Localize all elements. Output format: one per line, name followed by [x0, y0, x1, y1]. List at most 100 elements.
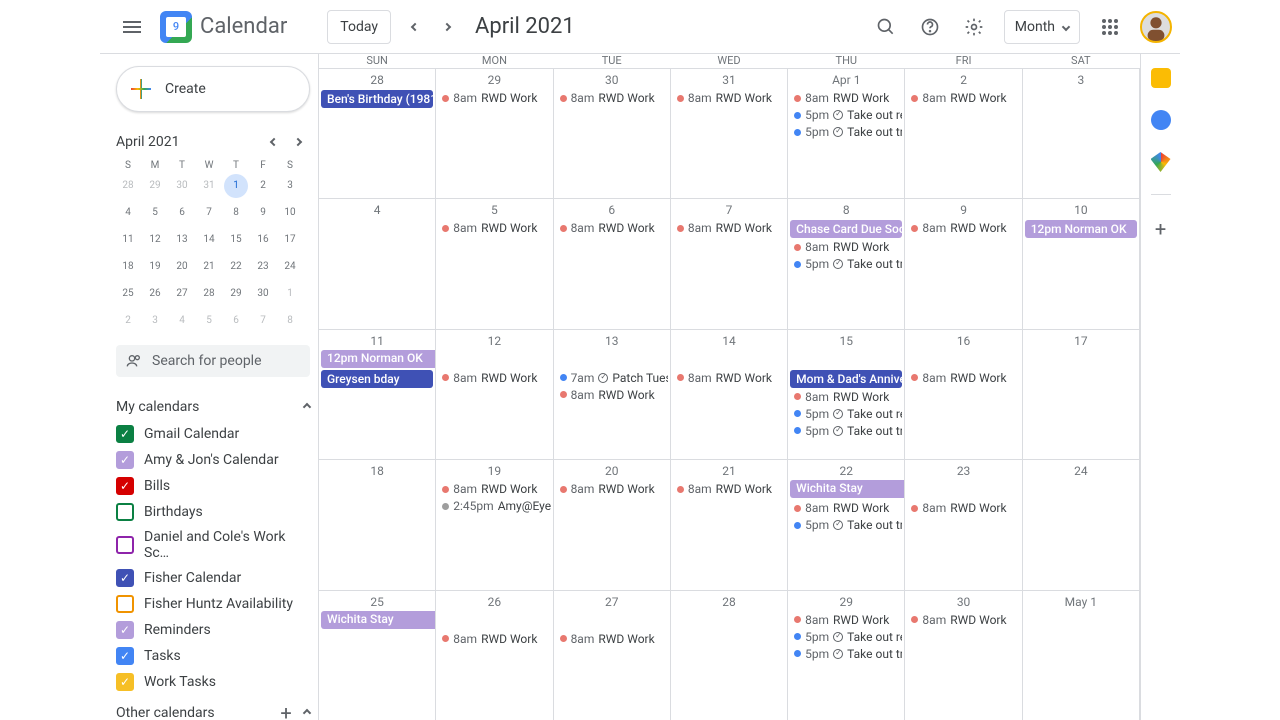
mini-day[interactable]: 17	[278, 228, 302, 252]
mini-calendar[interactable]: SMTWTFS282930311234567891011121314151617…	[116, 160, 310, 333]
help-icon[interactable]	[910, 7, 950, 47]
mini-day[interactable]: 29	[143, 174, 167, 198]
day-cell[interactable]: 8Chase Card Due Soo8amRWD Work5pmTake ou…	[788, 198, 905, 328]
multiday-event[interactable]: Wichita Stay	[790, 480, 905, 498]
my-calendars-toggle[interactable]: My calendars	[116, 393, 310, 421]
checkbox[interactable]: ✓	[116, 451, 134, 469]
event[interactable]: 8amRWD Work	[790, 500, 902, 516]
checkbox[interactable]: ✓	[116, 425, 134, 443]
mini-day[interactable]: 4	[116, 201, 140, 225]
mini-day[interactable]: 14	[197, 228, 221, 252]
event[interactable]: 8amRWD Work	[438, 631, 550, 647]
addons-plus-icon[interactable]: +	[1155, 217, 1166, 241]
day-cell[interactable]: 198amRWD Work2:45pmAmy@EyeD	[436, 459, 553, 589]
add-calendar-icon[interactable]: +	[274, 701, 298, 720]
event[interactable]: 2:45pmAmy@EyeD	[438, 498, 550, 514]
event[interactable]: 8amRWD Work	[556, 220, 668, 236]
mini-day[interactable]: 3	[278, 174, 302, 198]
day-cell[interactable]: 218amRWD Work	[671, 459, 788, 589]
day-cell[interactable]: May 1	[1023, 590, 1140, 720]
mini-day[interactable]: 29	[224, 282, 248, 306]
event[interactable]: 8amRWD Work	[790, 389, 902, 405]
day-cell[interactable]: 1012pm Norman OK	[1023, 198, 1140, 328]
event[interactable]: 8amRWD Work	[438, 220, 550, 236]
day-cell[interactable]: 268amRWD Work	[436, 590, 553, 720]
day-cell[interactable]: 17	[1023, 329, 1140, 459]
day-cell[interactable]: 1112pm Norman OKGreysen bday	[319, 329, 436, 459]
multiday-event[interactable]: 12pm Norman OK	[321, 350, 436, 368]
day-cell[interactable]: 18	[319, 459, 436, 589]
day-cell[interactable]: 22Wichita Stay8amRWD Work5pmTake out tr	[788, 459, 905, 589]
calendar-toggle[interactable]: ✓Reminders	[116, 617, 310, 643]
mini-day[interactable]: 1	[224, 174, 248, 198]
event[interactable]: 8amRWD Work	[556, 481, 668, 497]
event[interactable]: 8amRWD Work	[790, 239, 902, 255]
mini-day[interactable]: 16	[251, 228, 275, 252]
mini-day[interactable]: 5	[197, 309, 221, 333]
checkbox[interactable]: ✓	[116, 673, 134, 691]
mini-day[interactable]: 19	[143, 255, 167, 279]
apps-grid-icon[interactable]	[1090, 7, 1130, 47]
event[interactable]: 8amRWD Work	[907, 612, 1019, 628]
event[interactable]: 8amRWD Work	[673, 481, 785, 497]
event[interactable]: 8amRWD Work	[673, 220, 785, 236]
event[interactable]: 8amRWD Work	[907, 90, 1019, 106]
maps-icon[interactable]	[1151, 152, 1171, 172]
mini-day[interactable]: 4	[170, 309, 194, 333]
mini-day[interactable]: 6	[170, 201, 194, 225]
calendar-toggle[interactable]: ✓Work Tasks	[116, 669, 310, 695]
mini-day[interactable]: 11	[116, 228, 140, 252]
event[interactable]: 8amRWD Work	[556, 387, 668, 403]
multiday-event[interactable]: Wichita Stay	[321, 611, 436, 629]
mini-day[interactable]: 30	[170, 174, 194, 198]
mini-day[interactable]: 28	[197, 282, 221, 306]
mini-day[interactable]: 22	[224, 255, 248, 279]
day-cell[interactable]: 298amRWD Work5pmTake out re5pmTake out t…	[788, 590, 905, 720]
event[interactable]: 8amRWD Work	[907, 370, 1019, 386]
calendar-toggle[interactable]: ✓Fisher Calendar	[116, 565, 310, 591]
day-cell[interactable]: 28Ben's Birthday (1981)	[319, 68, 436, 198]
account-avatar[interactable]	[1140, 11, 1172, 43]
day-cell[interactable]: 3	[1023, 68, 1140, 198]
mini-day[interactable]: 12	[143, 228, 167, 252]
month-grid[interactable]: SUNMONTUEWEDTHUFRISAT28Ben's Birthday (1…	[318, 54, 1140, 720]
tasks-icon[interactable]	[1151, 110, 1171, 130]
checkbox[interactable]	[116, 595, 134, 613]
mini-day[interactable]: 5	[143, 201, 167, 225]
mini-day[interactable]: 2	[116, 309, 140, 333]
search-icon[interactable]	[866, 7, 906, 47]
event[interactable]: 5pmTake out tr	[790, 646, 902, 662]
calendar-toggle[interactable]: ✓Amy & Jon's Calendar	[116, 447, 310, 473]
day-cell[interactable]: 308amRWD Work	[905, 590, 1022, 720]
mini-day[interactable]: 15	[224, 228, 248, 252]
other-calendars-toggle[interactable]: Other calendars +	[116, 695, 310, 720]
event[interactable]: 8amRWD Work	[790, 90, 902, 106]
day-cell[interactable]: 15Mom & Dad's Annive8amRWD Work5pmTake o…	[788, 329, 905, 459]
prev-month-button[interactable]	[399, 11, 431, 43]
event[interactable]: Mom & Dad's Annive	[790, 370, 902, 388]
mini-day[interactable]: 28	[116, 174, 140, 198]
day-cell[interactable]: 24	[1023, 459, 1140, 589]
mini-day[interactable]: 18	[116, 255, 140, 279]
event[interactable]: 12pm Norman OK	[1025, 220, 1137, 238]
calendar-toggle[interactable]: ✓Tasks	[116, 643, 310, 669]
checkbox[interactable]	[116, 503, 134, 521]
mini-day[interactable]: 30	[251, 282, 275, 306]
event[interactable]: Chase Card Due Soo	[790, 220, 902, 238]
day-cell[interactable]: 68amRWD Work	[554, 198, 671, 328]
checkbox[interactable]	[116, 536, 134, 554]
mini-prev-button[interactable]	[262, 130, 286, 154]
event[interactable]: Greysen bday	[321, 370, 433, 388]
event[interactable]: 5pmTake out re	[790, 406, 902, 422]
event[interactable]: 5pmTake out re	[790, 629, 902, 645]
day-cell[interactable]: 4	[319, 198, 436, 328]
day-cell[interactable]: 278amRWD Work	[554, 590, 671, 720]
keep-icon[interactable]	[1151, 68, 1171, 88]
mini-day[interactable]: 8	[278, 309, 302, 333]
day-cell[interactable]: 168amRWD Work	[905, 329, 1022, 459]
mini-next-button[interactable]	[286, 130, 310, 154]
calendar-toggle[interactable]: ✓Bills	[116, 473, 310, 499]
day-cell[interactable]: Apr 18amRWD Work5pmTake out re5pmTake ou…	[788, 68, 905, 198]
event[interactable]: 5pmTake out tr	[790, 124, 902, 140]
event[interactable]: 8amRWD Work	[438, 481, 550, 497]
